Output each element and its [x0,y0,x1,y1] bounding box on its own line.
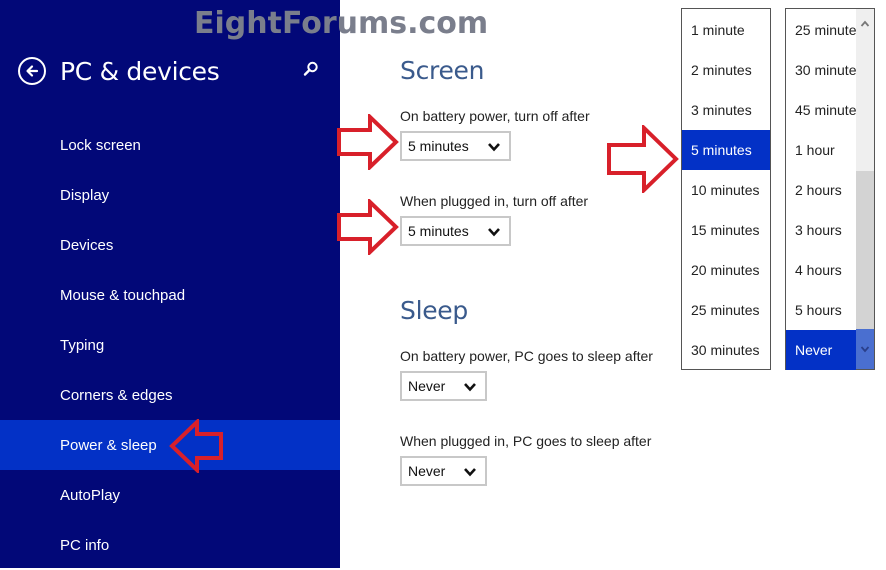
sleep-battery-select[interactable]: Never [400,371,487,401]
sleep-plugged-value: Never [408,463,446,479]
sidebar-item-mouse-touchpad[interactable]: Mouse & touchpad [0,270,340,320]
chevron-up-icon [860,20,870,27]
dropdown-option[interactable]: 3 minutes [682,90,770,130]
sidebar-item-corners-edges[interactable]: Corners & edges [0,370,340,420]
chevron-down-icon [464,468,476,477]
dropdown-option[interactable]: 4 hours [786,250,856,290]
sidebar-item-label: AutoPlay [60,486,121,504]
sleep-plugged-label: When plugged in, PC goes to sleep after [400,433,652,449]
scroll-thumb[interactable] [856,171,874,329]
annotation-arrow-right-icon [337,199,399,255]
sidebar-item-autoplay[interactable]: AutoPlay [0,470,340,520]
scroll-down-button[interactable] [856,329,874,369]
dropdown-option[interactable]: 20 minutes [682,250,770,290]
sleep-section-title: Sleep [400,296,468,325]
screen-battery-value: 5 minutes [408,138,469,154]
sidebar-item-pc-info[interactable]: PC info [0,520,340,570]
sidebar-item-label: Corners & edges [60,386,173,404]
screen-plugged-value: 5 minutes [408,223,469,239]
dropdown-option[interactable]: 1 minute [682,10,770,50]
sidebar-item-label: Lock screen [60,136,141,154]
search-icon [303,61,318,76]
screen-timeout-dropdown-list: 1 minute 2 minutes 3 minutes 5 minutes 10 mi… [681,8,771,370]
screen-plugged-label: When plugged in, turn off after [400,193,589,209]
chevron-down-icon [488,143,500,152]
sidebar-header: PC & devices [18,54,220,88]
screen-battery-label: On battery power, turn off after [400,108,590,124]
scroll-up-button[interactable] [856,15,874,33]
back-button[interactable] [18,57,46,85]
dropdown-option[interactable]: 2 minutes [682,50,770,90]
sidebar-item-devices[interactable]: Devices [0,220,340,270]
screen-battery-select[interactable]: 5 minutes [400,131,511,161]
sidebar-item-display[interactable]: Display [0,170,340,220]
dropdown-option[interactable]: Never [786,330,856,370]
sleep-battery-label: On battery power, PC goes to sleep after [400,348,653,364]
page-title: PC & devices [60,56,220,86]
dropdown-option[interactable]: 5 minutes [682,130,770,170]
sidebar-item-typing[interactable]: Typing [0,320,340,370]
dropdown-option[interactable]: 15 minutes [682,210,770,250]
dropdown-option[interactable]: 5 hours [786,290,856,330]
annotation-arrow-left-icon [169,419,223,473]
sleep-battery-value: Never [408,378,446,394]
sleep-timeout-dropdown-list: 25 minutes30 minutes45 minutes1 hour2 ho… [785,8,875,370]
sidebar-item-label: Devices [60,236,114,254]
sidebar-item-label: PC info [60,536,110,554]
dropdown-scrollbar[interactable] [856,9,874,369]
annotation-arrow-right-icon [607,125,679,193]
sidebar-item-label: Display [60,186,110,204]
dropdown-option[interactable]: 30 minutes [786,50,856,90]
search-button[interactable] [302,60,320,78]
dropdown-option[interactable]: 10 minutes [682,170,770,210]
sidebar-item-label: Typing [60,336,105,354]
dropdown-option[interactable]: 2 hours [786,170,856,210]
back-arrow-icon [26,65,39,77]
dropdown-option[interactable]: 1 hour [786,130,856,170]
screen-section-title: Screen [400,56,485,85]
dropdown-option[interactable]: 25 minutes [682,290,770,330]
dropdown-option[interactable]: 45 minutes [786,90,856,130]
sidebar: PC & devices Lock screen Display Devices Mo… [0,0,340,568]
watermark: EightForums.com [194,6,489,41]
chevron-down-icon [860,346,870,353]
annotation-arrow-right-icon [337,114,399,170]
dropdown-option[interactable]: 3 hours [786,210,856,250]
chevron-down-icon [464,383,476,392]
dropdown-option[interactable]: 25 minutes [786,10,856,50]
sidebar-item-label: Power & sleep [60,436,157,454]
dropdown-option[interactable]: 30 minutes [682,330,770,370]
screen-plugged-select[interactable]: 5 minutes [400,216,511,246]
sidebar-nav: Lock screen Display Devices Mouse & touchpa… [0,120,340,570]
sleep-plugged-select[interactable]: Never [400,456,487,486]
chevron-down-icon [488,228,500,237]
sidebar-item-lock-screen[interactable]: Lock screen [0,120,340,170]
sidebar-item-label: Mouse & touchpad [60,286,186,304]
